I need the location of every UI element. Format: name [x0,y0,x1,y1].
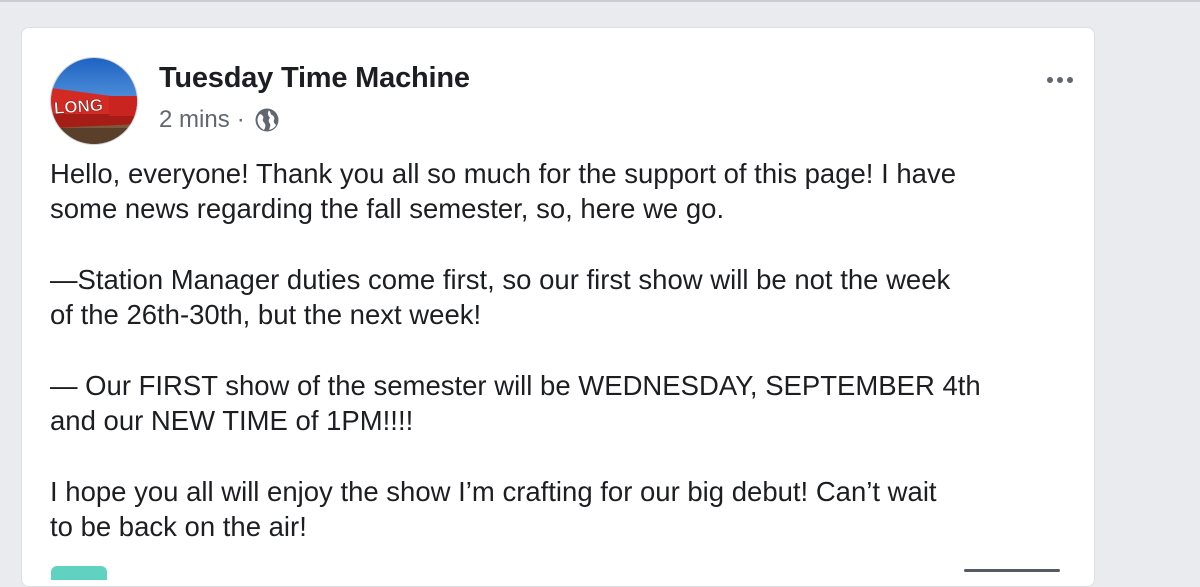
more-dot [1057,77,1063,83]
more-options-button[interactable] [1038,64,1082,96]
post-paragraph: — Our FIRST show of the semester will be… [50,368,1080,438]
more-horizontal-icon [1047,77,1053,83]
post-line: and our NEW TIME of 1PM!!!! [50,405,414,436]
post-line: I hope you all will enjoy the show I’m c… [50,476,937,507]
post-paragraph: Hello, everyone! Thank you all so much f… [50,156,1080,226]
globe-icon[interactable] [254,107,280,133]
post-card: LONG Tuesday Time Machine 2 mins · Hello… [21,27,1095,587]
post-paragraph: I hope you all will enjoy the show I’m c… [50,474,1080,544]
page-avatar[interactable]: LONG [50,57,138,145]
more-dot [1067,77,1073,83]
avatar-image: LONG [51,58,137,144]
post-line: of the 26th-30th, but the next week! [50,299,482,330]
post-line: —Station Manager duties come first, so o… [50,264,951,295]
top-divider [0,0,1200,2]
link-preview-edge[interactable] [51,566,107,580]
post-line: to be back on the air! [50,511,307,542]
post-text: Hello, everyone! Thank you all so much f… [50,156,1080,580]
post-paragraph: —Station Manager duties come first, so o… [50,262,1080,332]
avatar-logo-text: LONG [53,95,103,117]
meta-separator: · [236,106,245,133]
post-line: Hello, everyone! Thank you all so much f… [50,158,956,189]
post-meta: 2 mins · [159,104,280,136]
post-timestamp[interactable]: 2 mins [159,106,230,134]
post-line: some news regarding the fall semester, s… [50,193,725,224]
post-line: — Our FIRST show of the semester will be… [50,370,981,401]
page-name-link[interactable]: Tuesday Time Machine [159,62,470,95]
